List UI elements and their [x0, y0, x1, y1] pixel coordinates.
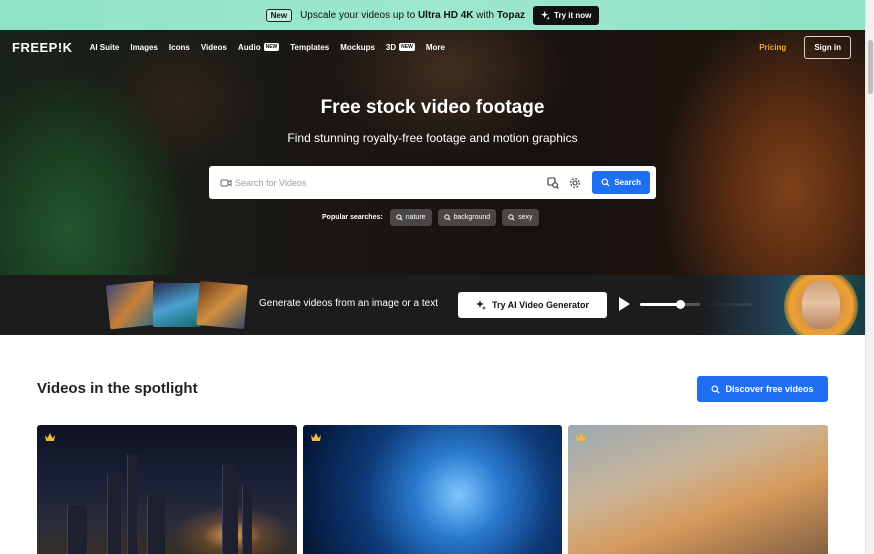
hero-section: FREEP!K AI Suite Images Icons Videos Aud…: [0, 30, 865, 275]
nav-ai-suite[interactable]: AI Suite: [90, 43, 120, 52]
try-ai-video-generator-button[interactable]: Try AI Video Generator: [458, 292, 607, 318]
search-icon: [508, 214, 515, 221]
search-icon: [443, 214, 451, 221]
video-progress-handle[interactable]: [676, 300, 686, 309]
premium-crown-icon: [45, 433, 55, 441]
video-card-network-particles[interactable]: [303, 425, 562, 554]
scrollbar-thumb[interactable]: [868, 40, 873, 94]
sparkle-icon: [475, 300, 486, 310]
promo-bar: New Upscale your videos up to Ultra HD 4…: [0, 0, 865, 30]
video-card-tablet-sunset[interactable]: [568, 425, 828, 554]
popular-chip-sexy[interactable]: sexy: [502, 209, 539, 226]
hero-subtitle: Find stunning royalty-free footage and m…: [287, 131, 578, 145]
video-card-city-night[interactable]: [37, 425, 297, 554]
nav-mockups[interactable]: Mockups: [340, 43, 375, 52]
search-icon: [711, 384, 720, 394]
discover-free-videos-button[interactable]: Discover free videos: [697, 376, 828, 402]
popular-searches-label: Popular searches:: [322, 214, 383, 221]
sparkle-icon: [541, 10, 551, 20]
promo-try-button[interactable]: Try it now: [533, 5, 600, 25]
settings-gear-icon[interactable]: [568, 176, 582, 190]
nav-more[interactable]: More: [426, 43, 445, 52]
search-button[interactable]: Search: [592, 171, 650, 194]
search-icon: [601, 178, 610, 187]
generator-thumbnail: [196, 280, 248, 330]
pricing-link[interactable]: Pricing: [759, 43, 786, 52]
premium-crown-icon: [576, 433, 586, 441]
search-icon: [396, 214, 403, 221]
page-scrollbar[interactable]: [865, 0, 874, 554]
popular-chip-background[interactable]: background: [437, 209, 497, 226]
search-bar: Search: [209, 166, 656, 199]
nav-links: AI Suite Images Icons Videos Audio NEW Te…: [90, 43, 760, 52]
hero-title: Free stock video footage: [320, 97, 545, 118]
nav-audio-new-badge: NEW: [263, 43, 280, 51]
spotlight-title: Videos in the spotlight: [37, 380, 198, 397]
search-input[interactable]: [235, 177, 543, 188]
popular-chip-nature[interactable]: nature: [389, 209, 432, 226]
image-search-icon[interactable]: [546, 176, 560, 190]
generator-thumbnail: [105, 280, 159, 330]
spotlight-header: Videos in the spotlight Discover free vi…: [0, 335, 865, 425]
nav-audio[interactable]: Audio NEW: [238, 43, 280, 52]
premium-crown-icon: [311, 433, 321, 441]
nav-images[interactable]: Images: [130, 43, 158, 52]
generator-text: Generate videos from an image or a text: [259, 298, 438, 309]
page: New Upscale your videos up to Ultra HD 4…: [0, 0, 865, 554]
popular-searches: Popular searches: nature background sexy: [322, 209, 539, 226]
play-icon[interactable]: [619, 297, 630, 311]
freepik-logo[interactable]: FREEP!K: [12, 40, 73, 55]
video-progress-fill: [640, 303, 681, 306]
spotlight-video-grid: [0, 425, 865, 554]
promo-new-badge: New: [265, 8, 293, 22]
promo-text: Upscale your videos up to Ultra HD 4K wi…: [300, 9, 526, 21]
nav-3d[interactable]: 3D NEW: [386, 43, 415, 52]
generator-thumbnails: [105, 279, 248, 331]
generator-preview-image: [700, 275, 865, 335]
ai-video-generator-banner: Generate videos from an image or a text …: [0, 275, 865, 335]
nav-3d-new-badge: NEW: [399, 43, 415, 51]
nav-icons[interactable]: Icons: [169, 43, 190, 52]
video-camera-icon: [220, 179, 232, 186]
nav-templates[interactable]: Templates: [290, 43, 329, 52]
signin-button[interactable]: Sign in: [804, 35, 851, 59]
generator-thumbnail: [153, 283, 201, 327]
top-nav: FREEP!K AI Suite Images Icons Videos Aud…: [0, 30, 865, 64]
nav-videos[interactable]: Videos: [201, 43, 227, 52]
